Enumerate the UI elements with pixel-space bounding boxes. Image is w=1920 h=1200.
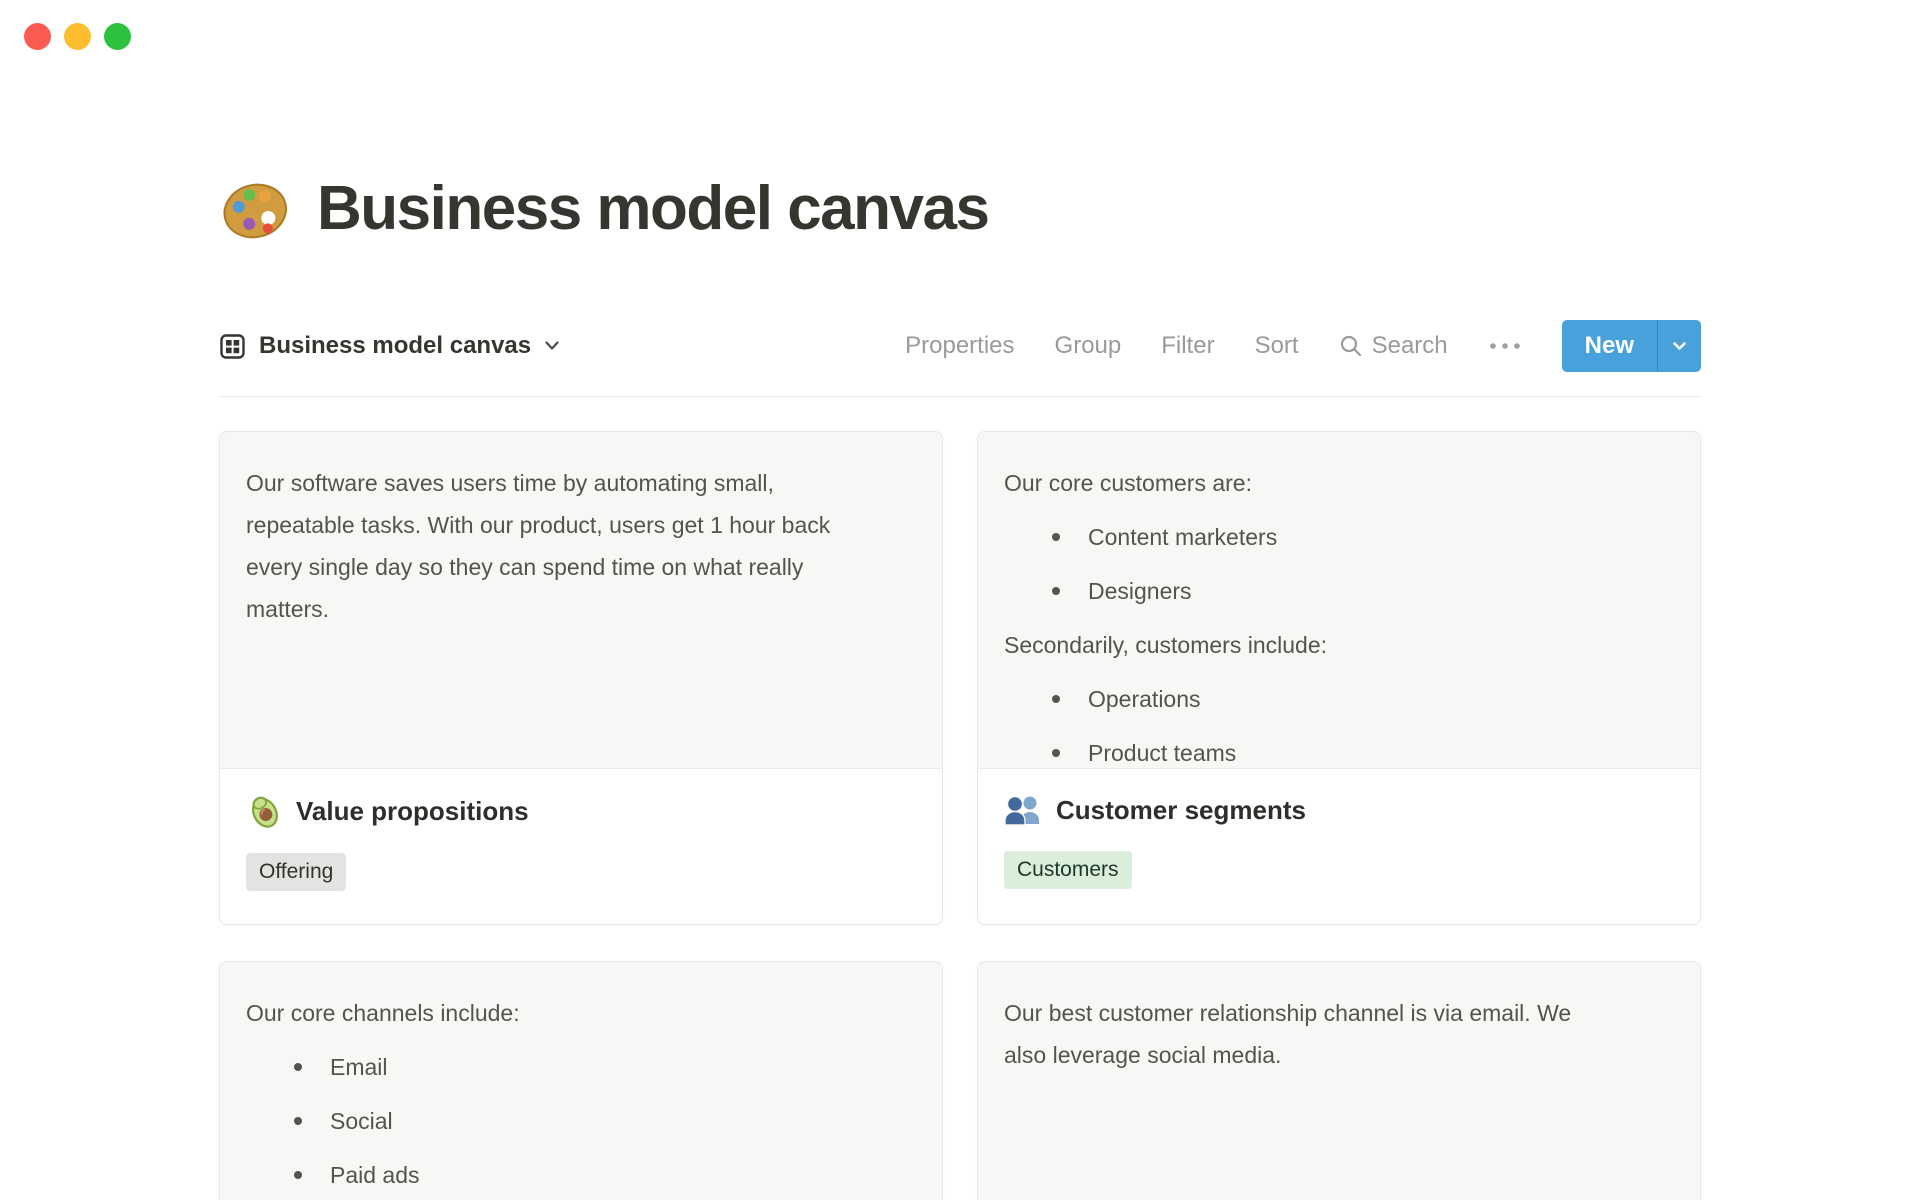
preview-bullet-item: Designers: [1004, 570, 1674, 612]
preview-bullet-item: Content marketers: [1004, 516, 1674, 558]
chevron-down-icon: [544, 340, 560, 352]
sort-button[interactable]: Sort: [1255, 332, 1299, 360]
ellipsis-icon: [1488, 341, 1522, 351]
more-options-button[interactable]: [1488, 341, 1522, 351]
preview-bullet-item: Product teams: [1004, 732, 1674, 768]
bullet-icon: [294, 1117, 302, 1125]
gallery-view-icon: [219, 333, 246, 360]
gallery-card[interactable]: Our best customer relationship channel i…: [977, 961, 1701, 1200]
toolbar-divider: [219, 396, 1701, 397]
card-preview: Our core channels include: Email Social Pai…: [220, 962, 942, 1200]
preview-bullet-item: Paid ads: [246, 1154, 916, 1196]
palette-emoji-icon: [219, 172, 291, 244]
bullet-icon: [1052, 533, 1060, 541]
view-switcher[interactable]: Business model canvas: [219, 332, 560, 360]
card-footer: Value propositions Offering: [220, 769, 942, 892]
card-preview: Our software saves users time by automat…: [220, 432, 942, 769]
new-split-button: New: [1561, 320, 1701, 372]
new-button-dropdown[interactable]: [1657, 320, 1701, 372]
card-footer: Customer segments Customers: [978, 769, 1700, 890]
gallery-card[interactable]: Our core channels include: Email Social Pai…: [219, 961, 943, 1200]
new-button[interactable]: New: [1562, 320, 1657, 372]
busts-in-silhouette-emoji-icon: [1004, 793, 1042, 827]
window-controls: [24, 23, 131, 50]
group-button[interactable]: Group: [1055, 332, 1122, 360]
avocado-emoji-icon: [246, 793, 282, 829]
close-window-button[interactable]: [24, 23, 51, 50]
card-title: Value propositions: [296, 795, 529, 826]
gallery-grid: Our software saves users time by automat…: [219, 431, 1701, 1200]
bullet-icon: [1052, 695, 1060, 703]
page-title-row: Business model canvas: [219, 170, 1701, 246]
properties-button[interactable]: Properties: [905, 332, 1014, 360]
search-icon: [1339, 334, 1363, 358]
view-name: Business model canvas: [259, 332, 532, 359]
toolbar-actions: Properties Group Filter Sort Search New: [905, 320, 1701, 372]
preview-bullet-item: Operations: [1004, 678, 1674, 720]
page-content: Business model canvas Business model can…: [219, 0, 1701, 1200]
gallery-card[interactable]: Our software saves users time by automat…: [219, 431, 943, 925]
card-preview: Our best customer relationship channel i…: [978, 962, 1700, 1200]
bullet-icon: [1052, 749, 1060, 757]
card-title: Customer segments: [1056, 794, 1306, 825]
card-tag[interactable]: Customers: [1004, 851, 1132, 890]
preview-paragraph: Our best customer relationship channel i…: [1004, 1000, 1572, 1068]
bullet-icon: [294, 1063, 302, 1071]
gallery-card[interactable]: Our core customers are: Content marketers…: [977, 431, 1701, 925]
card-tag[interactable]: Offering: [246, 853, 347, 892]
search-button[interactable]: Search: [1339, 332, 1448, 360]
preview-paragraph: Our software saves users time by automat…: [246, 470, 831, 622]
page-title: Business model canvas: [317, 173, 990, 243]
bullet-icon: [1052, 587, 1060, 595]
card-preview: Our core customers are: Content marketers…: [978, 432, 1700, 769]
zoom-window-button[interactable]: [104, 23, 131, 50]
filter-button[interactable]: Filter: [1161, 332, 1214, 360]
minimize-window-button[interactable]: [64, 23, 91, 50]
preview-paragraph: Our core channels include:: [246, 1000, 520, 1026]
preview-bullet-item: Email: [246, 1046, 916, 1088]
preview-bullet-item: Social: [246, 1100, 916, 1142]
chevron-down-icon: [1672, 341, 1687, 352]
database-toolbar: Business model canvas Properties Group F…: [219, 320, 1701, 372]
preview-paragraph: Our core customers are:: [1004, 470, 1252, 496]
bullet-icon: [294, 1171, 302, 1179]
search-label: Search: [1371, 332, 1448, 359]
preview-paragraph: Secondarily, customers include:: [1004, 632, 1327, 658]
